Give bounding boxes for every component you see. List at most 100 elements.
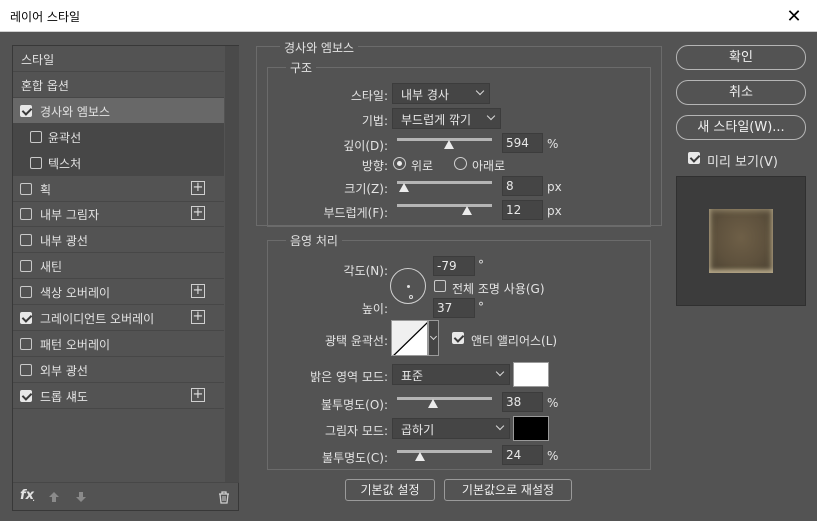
style-list-item[interactable]: 윤곽선 [13,123,224,150]
style-checkbox[interactable] [20,208,32,221]
add-effect-icon[interactable]: + [191,284,205,299]
fx-dropdown-dot: . [32,493,36,504]
chevron-down-icon [486,111,496,121]
style-list-label: 경사와 엠보스 [40,104,111,119]
size-slider-thumb[interactable] [398,183,409,192]
shadow-mode-dropdown[interactable]: 곱하기 [392,418,510,439]
shadow-color-swatch[interactable] [513,416,549,441]
shading-title: 음영 처리 [286,232,342,249]
style-checkbox[interactable] [20,337,32,350]
style-list-label: 드롭 섀도 [40,389,88,404]
highlight-mode-dropdown[interactable]: 표준 [392,364,510,385]
size-unit: px [547,180,562,194]
shadow-opacity-slider-thumb[interactable] [414,452,425,461]
style-list-item[interactable]: 패턴 오버레이 [13,331,224,357]
style-list-label: 새틴 [40,260,63,275]
style-list-item[interactable]: 내부 광선 [13,227,224,254]
shadow-opacity-unit: % [547,449,559,463]
global-light-checkbox[interactable] [434,280,446,292]
add-effect-icon[interactable]: + [191,206,205,221]
style-checkbox[interactable] [20,389,32,402]
highlight-opacity-input[interactable]: 38 [502,392,543,412]
style-list-item[interactable]: 텍스처 [13,149,224,176]
reset-to-default-button[interactable]: 기본값으로 재설정 [444,479,572,501]
technique-label: 기법: [361,114,388,128]
shadow-opacity-slider-track[interactable] [397,450,492,453]
add-effect-icon[interactable]: + [191,387,205,402]
move-up-icon[interactable] [48,491,60,503]
style-dropdown[interactable]: 내부 경사 [392,83,490,104]
shadow-opacity-label: 불투명도(C): [322,451,388,465]
size-slider-track[interactable] [397,181,492,184]
style-list-label: 획 [40,182,52,197]
depth-label: 깊이(D): [343,139,388,153]
style-list-item[interactable]: 내부 그림자 + [13,201,224,228]
soften-unit: px [547,204,562,218]
preview-checkbox[interactable] [688,152,700,164]
add-effect-icon[interactable]: + [191,310,205,324]
technique-dropdown-value: 부드럽게 깎기 [401,113,472,127]
gloss-contour-label: 광택 윤곽선: [324,334,388,348]
altitude-unit: ° [478,300,484,314]
direction-down-radio[interactable] [454,157,467,170]
angle-input[interactable]: -79 [433,256,475,276]
direction-up-radio[interactable] [393,157,406,170]
antialias-label: 앤티 앨리어스(L) [471,334,558,348]
size-input[interactable]: 8 [502,176,543,196]
technique-dropdown[interactable]: 부드럽게 깎기 [392,108,501,129]
style-list-item[interactable]: 새틴 [13,253,224,280]
styles-panel: 스타일 혼합 옵션 경사와 엠보스 윤곽선 텍스처 획 + 내부 그림자 + 내부 광선 새틴 색상 … [12,45,239,511]
style-list-item[interactable]: 외부 광선 [13,357,224,383]
altitude-input[interactable]: 37 [433,298,475,318]
gloss-contour-dropdown[interactable] [428,320,439,356]
styles-list: 스타일 혼합 옵션 경사와 엠보스 윤곽선 텍스처 획 + 내부 그림자 + 내부 광선 새틴 색상 … [13,46,224,482]
style-list-label: 색상 오버레이 [40,286,111,301]
style-checkbox[interactable] [20,104,32,117]
style-checkbox[interactable] [30,130,42,143]
style-checkbox[interactable] [20,234,32,247]
style-list-item[interactable]: 그레이디언트 오버레이 + [13,305,224,331]
highlight-opacity-label: 불투명도(O): [320,398,388,412]
move-down-icon[interactable] [75,491,87,503]
close-icon[interactable]: ✕ [771,0,817,32]
style-list-label: 윤곽선 [48,130,82,145]
cancel-button[interactable]: 취소 [676,80,806,105]
gloss-contour-swatch[interactable] [391,320,428,356]
make-default-button[interactable]: 기본값 설정 [345,479,435,501]
antialias-checkbox[interactable] [452,332,464,344]
bevel-section-title: 경사와 엠보스 [280,39,359,56]
soften-slider-thumb[interactable] [462,206,473,215]
style-list-item[interactable]: 드롭 섀도 + [13,383,224,409]
depth-slider-thumb[interactable] [444,140,455,149]
style-list-item[interactable]: 색상 오버레이 + [13,279,224,306]
depth-unit: % [547,137,559,151]
style-checkbox[interactable] [30,156,42,169]
chevron-down-icon [475,86,485,96]
style-checkbox[interactable] [20,312,32,324]
ok-button[interactable]: 확인 [676,45,806,70]
new-style-button[interactable]: 새 스타일(W)... [676,115,806,140]
trash-icon[interactable] [218,491,230,504]
highlight-opacity-slider-track[interactable] [397,397,492,400]
style-list-item[interactable]: 획 + [13,176,224,202]
style-list-label: 내부 그림자 [40,208,100,223]
style-checkbox[interactable] [20,363,32,376]
style-checkbox[interactable] [20,260,32,273]
angle-dial[interactable] [390,268,426,304]
preview-area [676,176,806,306]
styles-scrollbar[interactable] [225,46,239,482]
style-checkbox[interactable] [20,286,32,299]
style-list-item[interactable]: 혼합 옵션 [13,72,224,98]
style-checkbox[interactable] [20,182,32,195]
style-list-item[interactable]: 스타일 [13,46,224,72]
highlight-color-swatch[interactable] [513,362,549,387]
add-effect-icon[interactable]: + [191,180,205,195]
style-list-item[interactable]: 경사와 엠보스 [13,97,224,124]
depth-input[interactable]: 594 [502,133,543,153]
soften-slider-track[interactable] [397,204,492,207]
highlight-opacity-slider-thumb[interactable] [428,399,439,408]
shadow-opacity-input[interactable]: 24 [502,445,543,465]
style-dropdown-value: 내부 경사 [401,88,449,102]
soften-input[interactable]: 12 [502,200,543,220]
contour-curve-icon [392,321,427,355]
